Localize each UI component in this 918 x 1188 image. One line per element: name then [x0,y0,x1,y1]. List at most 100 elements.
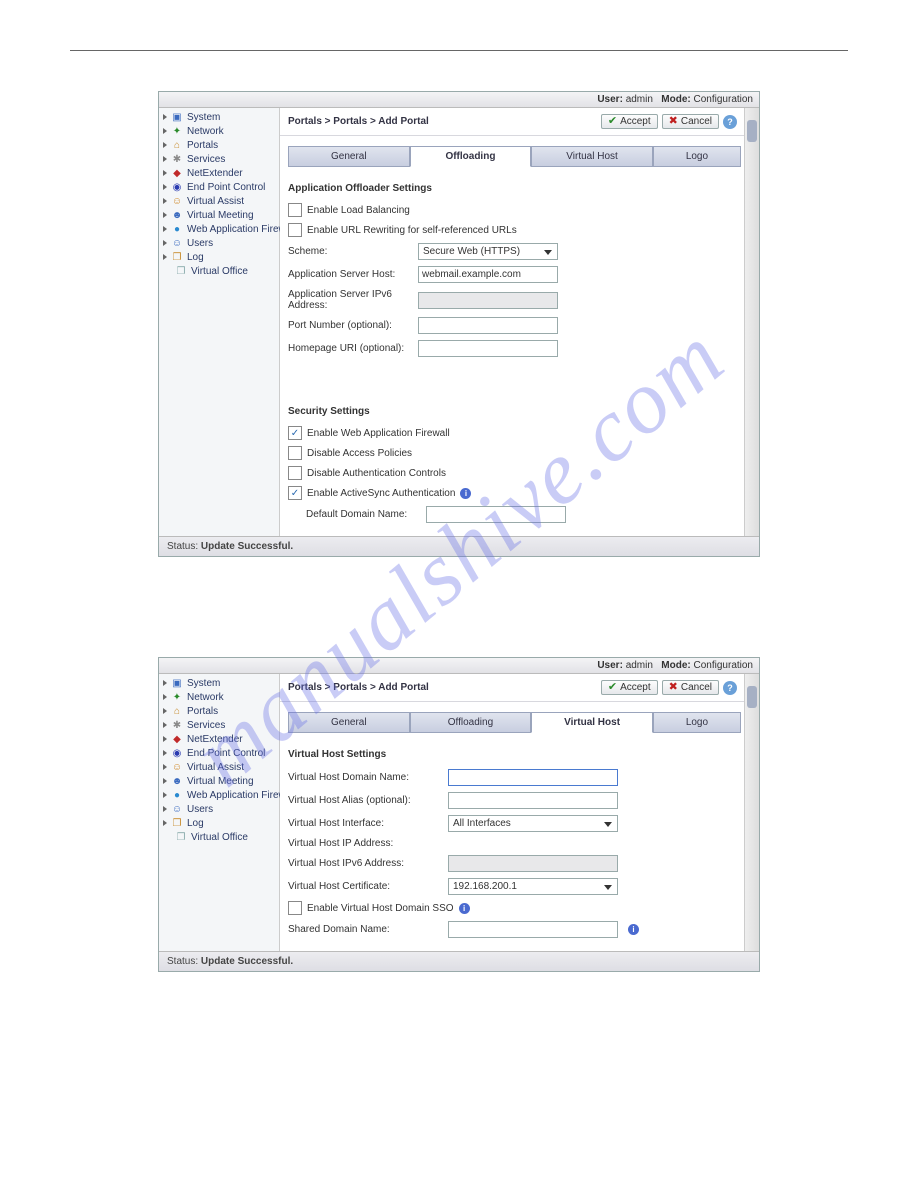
doc2-icon: ❐ [175,831,187,843]
input-vh-alias[interactable] [448,792,618,809]
doc-icon: ❐ [171,817,183,829]
sidebar-item-log[interactable]: ❐Log [159,250,279,264]
checkbox-load-balancing[interactable] [288,203,302,217]
statusbar: Status: Update Successful. [159,536,759,556]
checkbox-disable-auth[interactable] [288,466,302,480]
breadcrumb2: Portals > Portals > Add Portal [288,682,429,693]
tab-offloading[interactable]: Offloading [410,146,532,167]
tab-logo[interactable]: Logo [653,146,741,167]
breadcrumb: Portals > Portals > Add Portal [288,116,429,127]
checkbox-vh-sso[interactable] [288,901,302,915]
home-icon: ⌂ [171,139,183,151]
scrollbar2[interactable] [744,674,759,951]
input-app-ipv6[interactable] [418,292,558,309]
label-vh-iface: Virtual Host Interface: [288,818,438,829]
label-url-rewrite: Enable URL Rewriting for self-referenced… [307,225,517,236]
cancel-button[interactable]: ✖Cancel [662,114,719,129]
network-icon: ✦ [171,125,183,137]
tab2-logo[interactable]: Logo [653,712,741,733]
sidebar-item-netextender[interactable]: ◆NetExtender [159,166,279,180]
info-icon3[interactable]: i [628,924,639,935]
input-app-host[interactable] [418,266,558,283]
label-vh-alias: Virtual Host Alias (optional): [288,795,438,806]
select-vh-iface[interactable]: All Interfaces [448,815,618,832]
sidebar-item-users[interactable]: ☺Users [159,236,279,250]
sidebar-item-system[interactable]: ▣System [159,110,279,124]
x-icon: ✖ [669,682,678,693]
titlebar2: User: admin Mode: Configuration [159,658,759,674]
section-vh: Virtual Host Settings [280,743,759,764]
scrollbar[interactable] [744,108,759,536]
select-scheme[interactable]: Secure Web (HTTPS) [418,243,558,260]
tab-bar: General Offloading Virtual Host Logo [288,146,741,167]
sidebar2-item-virtual-office[interactable]: ❐Virtual Office [159,830,279,844]
checkbox-waf[interactable]: ✓ [288,426,302,440]
sidebar2-item-waf[interactable]: ●Web Application Firewall [159,788,279,802]
person-icon: ☺ [171,195,183,207]
label-vh-ipv6: Virtual Host IPv6 Address: [288,858,438,869]
tab-virtual-host[interactable]: Virtual Host [531,146,653,167]
sidebar2-item-log[interactable]: ❐Log [159,816,279,830]
checkbox-url-rewrite[interactable] [288,223,302,237]
checkbox-disable-access[interactable] [288,446,302,460]
label-vh-sso: Enable Virtual Host Domain SSO [307,903,454,914]
sidebar-item-virtual-meeting[interactable]: ☻Virtual Meeting [159,208,279,222]
gear-icon: ✱ [171,719,183,731]
window-offloading: User: admin Mode: Configuration ▣System … [158,91,760,557]
input-port[interactable] [418,317,558,334]
accept-button[interactable]: ✔Accept [601,114,658,129]
sidebar2-item-virtual-meeting[interactable]: ☻Virtual Meeting [159,774,279,788]
label-app-ipv6: Application Server IPv6 Address: [288,289,408,311]
input-homepage[interactable] [418,340,558,357]
sidebar-item-waf[interactable]: ●Web Application Firewall [159,222,279,236]
shield2-icon: ◉ [171,181,183,193]
label-disable-access: Disable Access Policies [307,448,412,459]
sidebar2-item-portals[interactable]: ⌂Portals [159,704,279,718]
user-icon: ☺ [171,803,183,815]
doc-icon: ❐ [171,251,183,263]
sidebar2-item-netextender[interactable]: ◆NetExtender [159,732,279,746]
shield-icon: ◆ [171,733,183,745]
globe-icon: ● [171,223,183,235]
doc2-icon: ❐ [175,265,187,277]
label-app-host: Application Server Host: [288,269,408,280]
cancel-button2[interactable]: ✖Cancel [662,680,719,695]
sidebar2-item-endpoint[interactable]: ◉End Point Control [159,746,279,760]
check-icon: ✔ [608,682,617,693]
people-icon: ☻ [171,775,183,787]
label-disable-auth: Disable Authentication Controls [307,468,446,479]
tab-bar2: General Offloading Virtual Host Logo [288,712,741,733]
monitor-icon: ▣ [171,677,183,689]
tab2-virtual-host[interactable]: Virtual Host [531,712,653,733]
network-icon: ✦ [171,691,183,703]
label-vh-cert: Virtual Host Certificate: [288,881,438,892]
input-vh-domain[interactable] [448,769,618,786]
sidebar-item-endpoint[interactable]: ◉End Point Control [159,180,279,194]
sidebar2-item-services[interactable]: ✱Services [159,718,279,732]
sidebar2-item-users[interactable]: ☺Users [159,802,279,816]
sidebar-item-portals[interactable]: ⌂Portals [159,138,279,152]
window-virtual-host: User: admin Mode: Configuration ▣System … [158,657,760,972]
sidebar2-item-virtual-assist[interactable]: ☺Virtual Assist [159,760,279,774]
label-scheme: Scheme: [288,246,408,257]
info-icon[interactable]: i [460,488,471,499]
help-icon2[interactable]: ? [723,681,737,695]
sidebar-item-services[interactable]: ✱Services [159,152,279,166]
sidebar-item-virtual-assist[interactable]: ☺Virtual Assist [159,194,279,208]
input-shared-domain[interactable] [448,921,618,938]
input-default-domain[interactable] [426,506,566,523]
accept-button2[interactable]: ✔Accept [601,680,658,695]
sidebar-item-virtual-office[interactable]: ❐Virtual Office [159,264,279,278]
sidebar-item-network[interactable]: ✦Network [159,124,279,138]
sidebar2-item-system[interactable]: ▣System [159,676,279,690]
select-vh-cert[interactable]: 192.168.200.1 [448,878,618,895]
checkbox-activesync[interactable]: ✓ [288,486,302,500]
input-vh-ipv6[interactable] [448,855,618,872]
info-icon2[interactable]: i [459,903,470,914]
tab2-general[interactable]: General [288,712,410,733]
sidebar2-item-network[interactable]: ✦Network [159,690,279,704]
people-icon: ☻ [171,209,183,221]
tab-general[interactable]: General [288,146,410,167]
help-icon[interactable]: ? [723,115,737,129]
tab2-offloading[interactable]: Offloading [410,712,532,733]
